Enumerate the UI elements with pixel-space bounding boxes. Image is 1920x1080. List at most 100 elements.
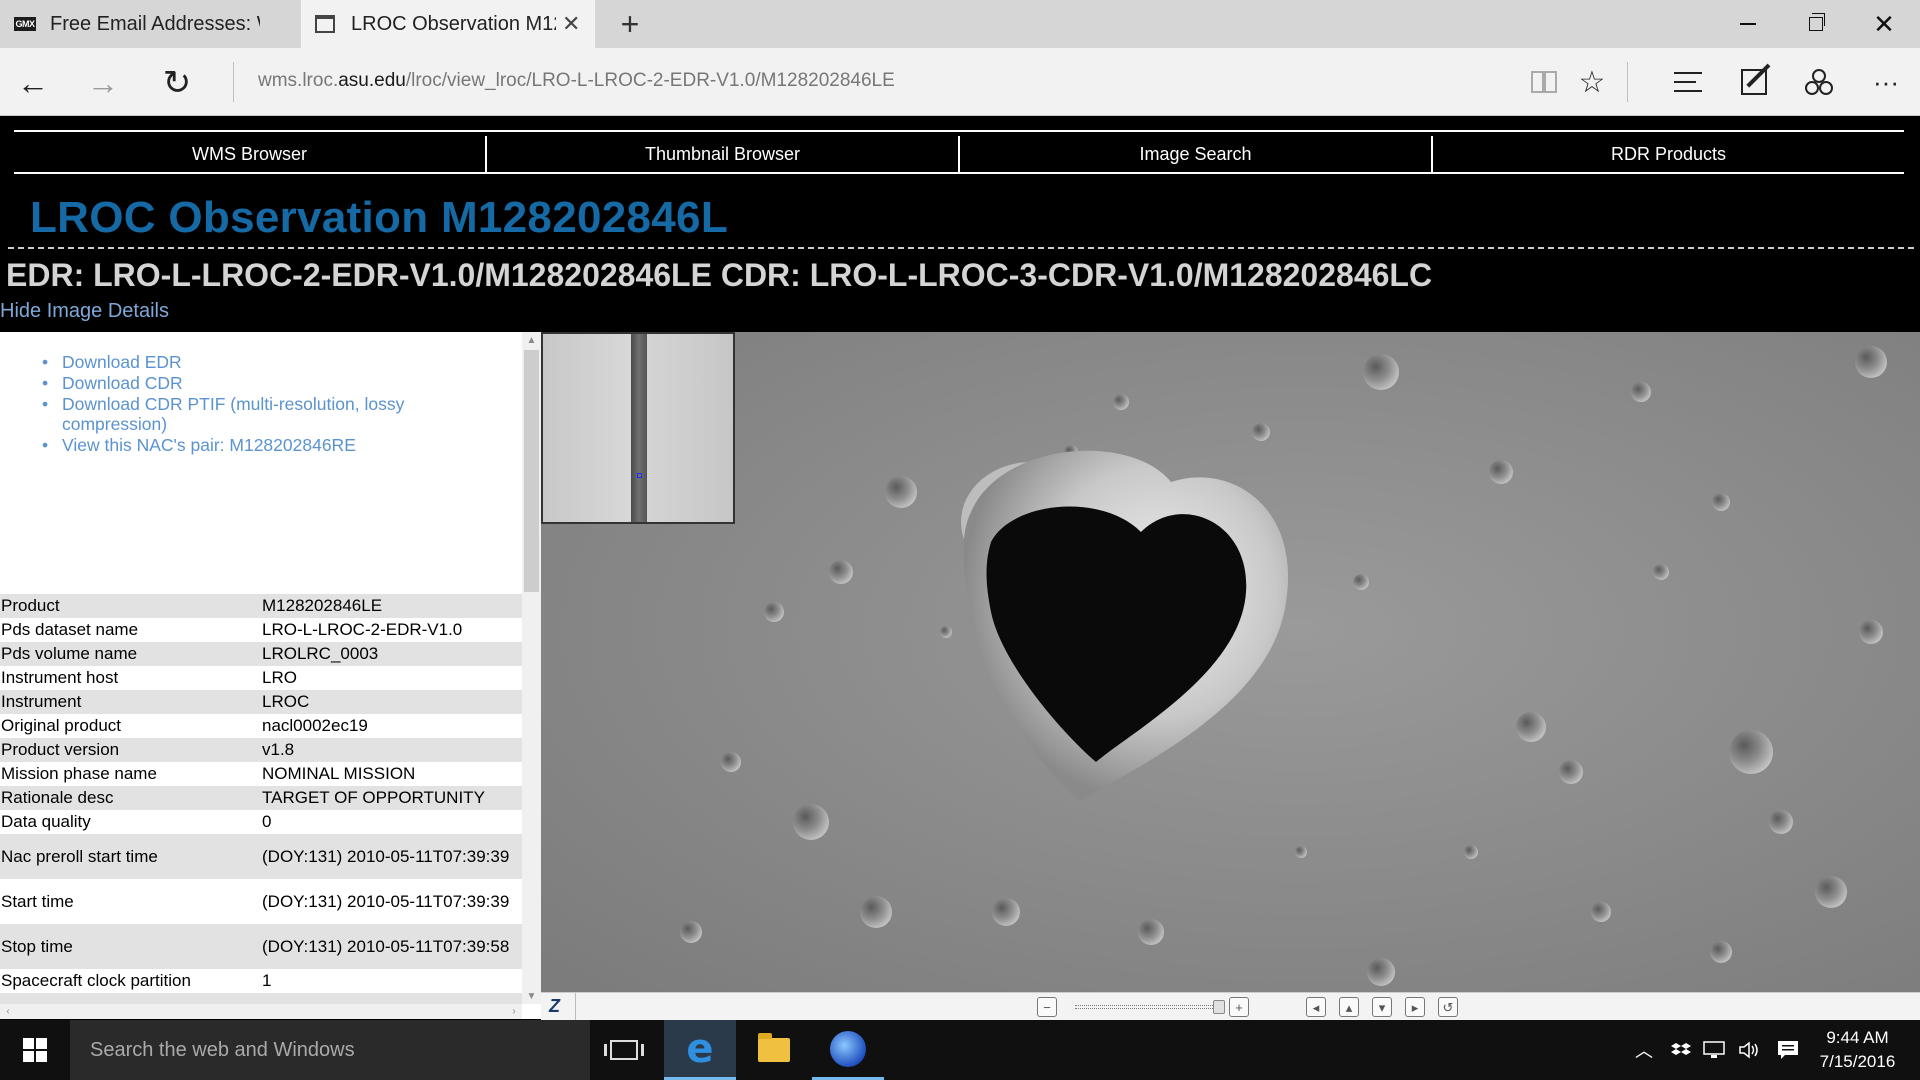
download-cdr-link[interactable]: Download CDR [42, 373, 482, 393]
restore-icon [1809, 13, 1825, 31]
edge-taskbar-button[interactable]: e [664, 1020, 736, 1080]
network-tray-icon[interactable] [1700, 1020, 1730, 1080]
close-tab-icon[interactable]: ✕ [562, 11, 580, 37]
menu-image-search[interactable]: Image Search [960, 136, 1433, 172]
property-row: Stop time (DOY:131) 2010-05-11T07:39:58 [0, 924, 522, 969]
nac-pair-link[interactable]: View this NAC's pair: M128202846RE [42, 435, 482, 455]
zoomify-logo[interactable]: Z [549, 996, 571, 1018]
favorite-star-button[interactable]: ☆ [1568, 58, 1616, 106]
folder-icon [758, 1033, 790, 1062]
property-row: Mission phase name NOMINAL MISSION [0, 762, 522, 786]
address-toolbar: ← → ↻ wms.lroc.asu.edu/lroc/view_lroc/LR… [0, 48, 1920, 116]
property-value: nacl0002ec19 [262, 716, 368, 735]
clock-date: 7/15/2016 [1819, 1052, 1896, 1071]
divider [14, 130, 1904, 132]
image-viewer[interactable] [541, 332, 1920, 992]
scroll-left-icon[interactable]: ‹ [0, 1004, 16, 1019]
property-value: LROC [262, 692, 310, 711]
menu-wms-browser[interactable]: WMS Browser [14, 136, 487, 172]
taskbar-search-box[interactable]: Search the web and Windows [70, 1020, 590, 1080]
share-icon [1805, 69, 1833, 95]
web-note-button[interactable] [1730, 58, 1778, 106]
navigator-thumbnail[interactable] [541, 332, 735, 524]
pinned-app-taskbar-button[interactable] [812, 1020, 884, 1080]
property-value: NOMINAL MISSION [262, 764, 416, 783]
close-window-button[interactable]: ✕ [1850, 0, 1918, 48]
back-button[interactable]: ← [8, 58, 58, 108]
thumbnail-right-area [647, 334, 733, 522]
hub-icon [1674, 72, 1702, 92]
app-icon [830, 1030, 866, 1067]
divider [1627, 62, 1628, 102]
more-menu-button[interactable]: ··· [1862, 58, 1910, 106]
pan-down-button[interactable]: ▾ [1372, 997, 1392, 1017]
property-value: (DOY:131) 2010-05-11T07:39:58 [262, 936, 510, 956]
file-explorer-taskbar-button[interactable] [738, 1020, 810, 1080]
page-content: WMS Browser Thumbnail Browser Image Sear… [0, 117, 1920, 1021]
zoom-slider-track[interactable] [1075, 1005, 1217, 1009]
zoom-slider-thumb[interactable] [1213, 1000, 1225, 1014]
scroll-up-icon[interactable]: ▲ [522, 332, 541, 348]
zoom-out-button[interactable]: − [1037, 997, 1057, 1017]
show-hidden-icons-button[interactable]: ︿ [1630, 1020, 1658, 1080]
property-key: Start time [1, 891, 74, 911]
address-bar[interactable]: wms.lroc.asu.edu/lroc/view_lroc/LRO-L-LR… [258, 70, 895, 92]
zoom-in-button[interactable]: + [1229, 997, 1249, 1017]
action-center-icon [1778, 1041, 1798, 1059]
refresh-button[interactable]: ↻ [152, 58, 202, 108]
property-key: Instrument host [1, 668, 119, 687]
system-clock[interactable]: 9:44 AM 7/15/2016 [1800, 1026, 1915, 1074]
property-key: Pds dataset name [1, 620, 139, 639]
property-key: Nac preroll start time [1, 846, 158, 866]
url-prefix: wms.lroc. [258, 70, 339, 91]
vertical-scrollbar[interactable]: ▲ ▼ [522, 332, 541, 1004]
property-row: Spacecraft clock partition 1 [0, 969, 522, 993]
scroll-down-icon[interactable]: ▼ [522, 988, 541, 1004]
task-view-button[interactable] [588, 1020, 660, 1080]
menu-rdr-products[interactable]: RDR Products [1433, 136, 1904, 172]
page-title: LROC Observation M128202846L [30, 193, 729, 242]
clock-time: 9:44 AM [1826, 1028, 1889, 1047]
download-edr-link[interactable]: Download EDR [42, 352, 482, 372]
new-tab-button[interactable]: + [610, 6, 650, 42]
scroll-right-icon[interactable]: › [506, 1004, 522, 1019]
menu-thumbnail-browser[interactable]: Thumbnail Browser [487, 136, 960, 172]
web-note-icon [1741, 69, 1767, 95]
tab-gmx[interactable]: GMX Free Email Addresses: Web [0, 0, 300, 48]
restore-button[interactable] [1782, 0, 1850, 48]
url-domain: asu.edu [338, 70, 406, 91]
viewport-marker[interactable] [637, 473, 642, 478]
tab-title: Free Email Addresses: Web [50, 12, 260, 35]
property-value: v1.8 [262, 740, 295, 759]
reset-view-button[interactable]: ↺ [1438, 997, 1458, 1017]
minimize-button[interactable] [1714, 0, 1782, 48]
pan-right-button[interactable]: ▸ [1405, 997, 1425, 1017]
property-row: Product M128202846LE [0, 594, 522, 618]
pan-left-button[interactable]: ◂ [1306, 997, 1326, 1017]
property-row: Rationale desc TARGET OF OPPORTUNITY [0, 786, 522, 810]
product-ids-heading: EDR: LRO-L-LROC-2-EDR-V1.0/M128202846LE … [6, 257, 1433, 293]
dropbox-tray-icon[interactable] [1668, 1020, 1694, 1080]
property-key: Mission phase name [1, 764, 157, 783]
scroll-thumb[interactable] [524, 350, 539, 592]
property-key: Data quality [1, 812, 91, 831]
property-value: LRO [262, 668, 297, 687]
reading-view-button[interactable] [1520, 58, 1568, 106]
thumbnail-image-strip [631, 334, 647, 522]
task-view-icon [604, 1040, 644, 1060]
hub-button[interactable] [1664, 58, 1712, 106]
dropbox-icon [1671, 1043, 1691, 1055]
hide-image-details-link[interactable]: Hide Image Details [0, 300, 169, 323]
forward-button[interactable]: → [78, 58, 128, 108]
horizontal-scrollbar[interactable]: ‹ › [0, 1004, 522, 1019]
property-row: Pds dataset name LRO-L-LROC-2-EDR-V1.0 [0, 618, 522, 642]
property-row: Nac preroll start time (DOY:131) 2010-05-… [0, 834, 522, 879]
tab-lroc[interactable]: LROC Observation M128 ✕ [301, 0, 595, 48]
property-row: Product version v1.8 [0, 738, 522, 762]
pan-up-button[interactable]: ▴ [1339, 997, 1359, 1017]
property-value: LROLRC_0003 [262, 644, 379, 663]
download-cdr-ptif-link[interactable]: Download CDR PTIF (multi-resolution, los… [42, 394, 482, 434]
volume-tray-icon[interactable] [1736, 1020, 1764, 1080]
share-button[interactable] [1795, 58, 1843, 106]
start-button[interactable] [0, 1020, 70, 1080]
